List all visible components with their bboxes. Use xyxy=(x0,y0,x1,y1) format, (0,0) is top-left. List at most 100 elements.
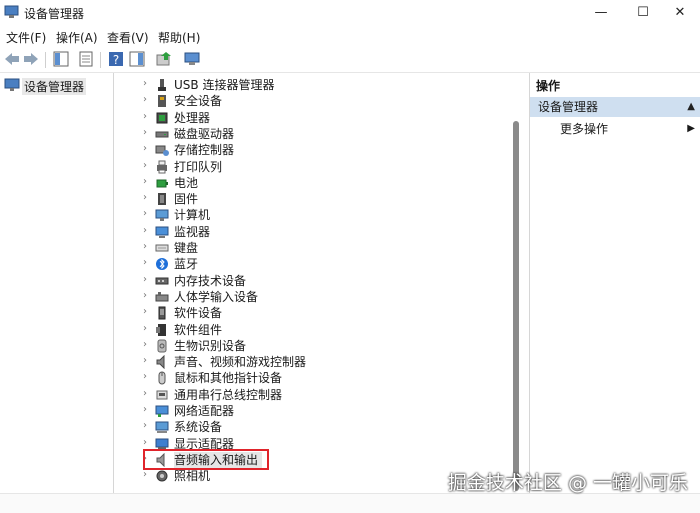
close-button[interactable]: ✕ xyxy=(657,0,700,26)
expand-chevron-icon[interactable]: › xyxy=(143,355,147,366)
vertical-scrollbar[interactable] xyxy=(511,73,524,493)
action-section-device-manager[interactable]: 设备管理器 ▲ xyxy=(530,97,700,117)
back-arrow-icon[interactable] xyxy=(3,50,21,68)
tree-item-firmware[interactable]: › 固件 xyxy=(118,191,508,207)
expand-chevron-icon[interactable]: › xyxy=(143,208,147,219)
software-device-icon xyxy=(158,306,166,320)
tree-item-label: 内存技术设备 xyxy=(174,273,247,288)
forward-arrow-icon[interactable] xyxy=(22,50,40,68)
security-device-icon xyxy=(158,95,166,108)
menu-bar: 文件(F) 操作(A) 查看(V) 帮助(H) xyxy=(0,26,700,46)
show-hide-console-tree-icon[interactable] xyxy=(52,50,70,68)
expand-chevron-icon[interactable]: › xyxy=(143,420,147,431)
expand-triangle-icon: ▶ xyxy=(687,123,695,134)
tree-item-storage-controller[interactable]: › 存储控制器 xyxy=(118,142,508,158)
tree-item-keyboard[interactable]: › 键盘 xyxy=(118,240,508,256)
expand-chevron-icon[interactable]: › xyxy=(143,323,147,334)
menu-view[interactable]: 查看(V) xyxy=(107,29,149,46)
expand-chevron-icon[interactable]: › xyxy=(143,192,147,203)
menu-action[interactable]: 操作(A) xyxy=(56,29,98,46)
menu-help[interactable]: 帮助(H) xyxy=(158,29,200,46)
help-icon[interactable]: ? xyxy=(107,50,125,68)
expand-chevron-icon[interactable]: › xyxy=(143,306,147,317)
expand-chevron-icon[interactable]: › xyxy=(143,111,147,122)
expand-chevron-icon[interactable]: › xyxy=(143,469,147,480)
tree-item-computer[interactable]: › 计算机 xyxy=(118,207,508,223)
tree-item-software-device[interactable]: › 软件设备 xyxy=(118,305,508,321)
expand-chevron-icon[interactable]: › xyxy=(143,176,147,187)
tree-item-label: 固件 xyxy=(174,192,199,207)
watermark: 掘金技术社区 @ 一罐小可乐 xyxy=(447,472,688,494)
expand-chevron-icon[interactable]: › xyxy=(143,371,147,382)
show-action-pane-icon[interactable] xyxy=(128,50,146,68)
expand-chevron-icon[interactable]: › xyxy=(143,94,147,105)
tree-item-monitor[interactable]: › 监视器 xyxy=(118,224,508,240)
expand-chevron-icon[interactable]: › xyxy=(143,225,147,236)
tree-item-label: 通用串行总线控制器 xyxy=(174,387,283,402)
tree-item-printer[interactable]: › 打印队列 xyxy=(118,159,508,175)
monitor-icon xyxy=(155,226,169,238)
tree-root-label: 设备管理器 xyxy=(22,78,87,95)
usb-icon xyxy=(158,79,166,91)
tree-item-label: 蓝牙 xyxy=(174,257,199,272)
tree-item-label: 计算机 xyxy=(174,208,211,223)
processor-icon xyxy=(156,112,168,124)
tree-item-system-device[interactable]: › 系统设备 xyxy=(118,419,508,435)
hid-icon xyxy=(155,291,169,302)
tree-item-label: 照相机 xyxy=(174,469,211,484)
network-adapter-icon xyxy=(155,405,169,417)
expand-chevron-icon[interactable]: › xyxy=(143,78,147,89)
tree-item-software-component[interactable]: › 软件组件 xyxy=(118,322,508,338)
firmware-icon xyxy=(158,193,166,206)
bluetooth-icon xyxy=(156,258,168,271)
expand-chevron-icon[interactable]: › xyxy=(143,241,147,252)
tree-item-usb-controller[interactable]: › 通用串行总线控制器 xyxy=(118,387,508,403)
tree-item-label: 生物识别设备 xyxy=(174,338,247,353)
tree-item-hid[interactable]: › 人体学输入设备 xyxy=(118,289,508,305)
update-driver-icon[interactable] xyxy=(155,50,173,68)
expand-chevron-icon[interactable]: › xyxy=(143,160,147,171)
tree-item-processor[interactable]: › 处理器 xyxy=(118,110,508,126)
tree-item-usb[interactable]: › USB 连接器管理器 xyxy=(118,77,508,93)
minimize-button[interactable]: — xyxy=(578,0,624,26)
battery-icon xyxy=(156,179,168,188)
expand-chevron-icon[interactable]: › xyxy=(143,290,147,301)
memory-icon xyxy=(155,277,169,285)
tree-item-disk-drive[interactable]: › 磁盘驱动器 xyxy=(118,126,508,142)
expand-chevron-icon[interactable]: › xyxy=(143,388,147,399)
tree-item-memory[interactable]: › 内存技术设备 xyxy=(118,273,508,289)
scan-hardware-icon[interactable] xyxy=(183,50,201,68)
biometric-icon xyxy=(157,339,167,353)
tree-item-label: 软件组件 xyxy=(174,322,223,337)
collapse-triangle-icon[interactable]: ▲ xyxy=(687,97,695,117)
sound-icon xyxy=(156,355,165,370)
disk-drive-icon xyxy=(155,131,169,138)
tree-item-biometric[interactable]: › 生物识别设备 xyxy=(118,338,508,354)
tree-item-security-device[interactable]: › 安全设备 xyxy=(118,93,508,109)
camera-icon xyxy=(156,470,168,482)
tree-item-battery[interactable]: › 电池 xyxy=(118,175,508,191)
tree-item-bluetooth[interactable]: › 蓝牙 xyxy=(118,256,508,272)
properties-sheet-icon[interactable] xyxy=(77,50,95,68)
expand-chevron-icon[interactable]: › xyxy=(143,143,147,154)
expand-chevron-icon[interactable]: › xyxy=(143,127,147,138)
menu-file[interactable]: 文件(F) xyxy=(6,29,46,46)
expand-chevron-icon[interactable]: › xyxy=(143,339,147,350)
tree-item-mouse[interactable]: › 鼠标和其他指针设备 xyxy=(118,370,508,386)
tree-item-label: 处理器 xyxy=(174,110,211,125)
expand-chevron-icon[interactable]: › xyxy=(143,257,147,268)
tree-item-label: 电池 xyxy=(174,175,199,190)
tree-item-label: USB 连接器管理器 xyxy=(174,78,275,92)
more-actions-item[interactable]: 更多操作 ▶ xyxy=(530,119,700,139)
expand-chevron-icon[interactable]: › xyxy=(143,437,147,448)
tree-item-network-adapter[interactable]: › 网络适配器 xyxy=(118,403,508,419)
expand-chevron-icon[interactable]: › xyxy=(143,404,147,415)
expand-chevron-icon[interactable]: › xyxy=(143,274,147,285)
svg-text:?: ? xyxy=(113,53,119,67)
scrollbar-thumb[interactable] xyxy=(513,121,519,491)
title-bar: 设备管理器 — ☐ ✕ xyxy=(0,0,700,26)
tree-item-label: 人体学输入设备 xyxy=(174,289,259,304)
software-component-icon xyxy=(156,323,166,336)
tree-item-sound[interactable]: › 声音、视频和游戏控制器 xyxy=(118,354,508,370)
tree-item-label: 鼠标和其他指针设备 xyxy=(174,371,283,386)
